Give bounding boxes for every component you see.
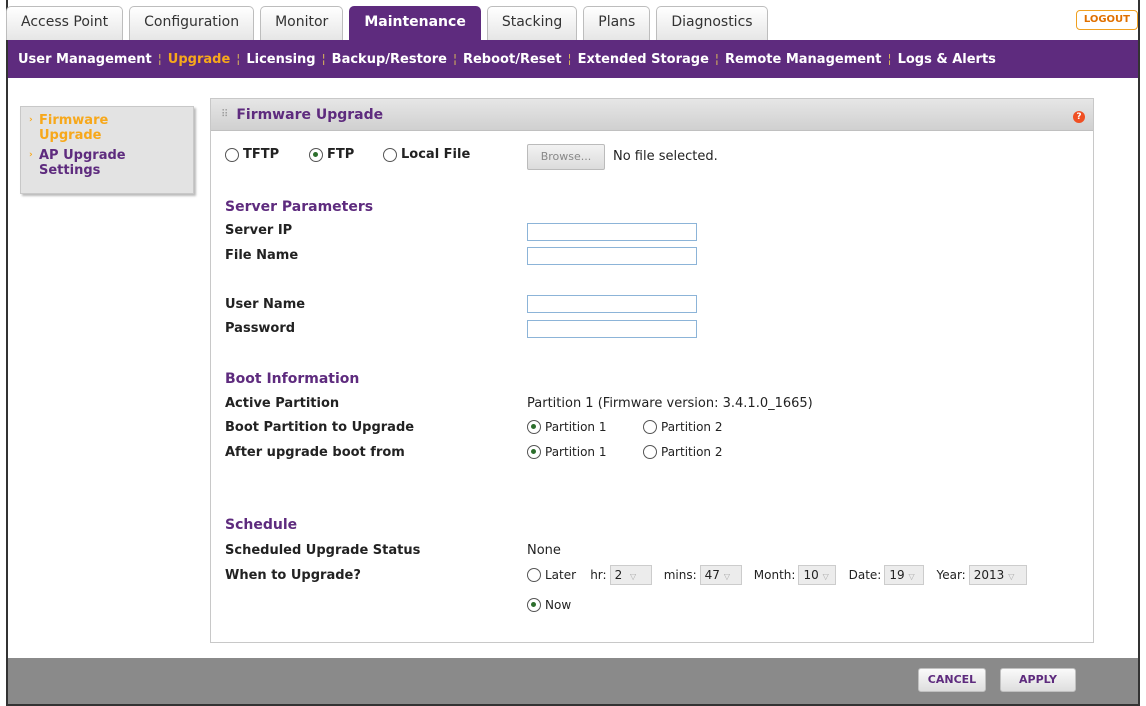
- hr-select[interactable]: 2 ▽: [609, 565, 652, 585]
- mins-label: mins:: [663, 568, 697, 582]
- ftp-label: FTP: [327, 147, 355, 162]
- date-value: 19: [889, 568, 905, 582]
- tab-access-point[interactable]: Access Point: [6, 6, 124, 40]
- subnav-upgrade[interactable]: Upgrade: [162, 52, 236, 67]
- firmware-upgrade-panel: ⠿ Firmware Upgrade ? TFTP FTP Local File…: [210, 98, 1094, 643]
- leftnav-ap-upgrade-settings[interactable]: › AP Upgrade Settings: [29, 148, 193, 178]
- subnav-licensing[interactable]: Licensing: [240, 52, 321, 67]
- partition-label: Partition 1: [545, 419, 607, 434]
- grip-icon: ⠿: [221, 109, 229, 120]
- mins-select[interactable]: 47 ▽: [699, 565, 742, 585]
- later-radio[interactable]: [527, 568, 541, 582]
- scheduled-status-label: Scheduled Upgrade Status: [225, 543, 421, 558]
- subnav-remote-management[interactable]: Remote Management: [719, 52, 888, 67]
- mins-value: 47: [704, 568, 720, 582]
- subnav-reboot-reset[interactable]: Reboot/Reset: [457, 52, 568, 67]
- cancel-button[interactable]: CANCEL: [918, 668, 986, 692]
- partition-label: Partition 1: [545, 444, 607, 459]
- when-to-upgrade-label: When to Upgrade?: [225, 568, 361, 583]
- chevron-right-icon: ›: [29, 115, 33, 125]
- later-label: Later: [545, 568, 577, 582]
- now-radio[interactable]: [527, 597, 541, 612]
- year-value: 2013: [973, 568, 1005, 582]
- boot-partition-1-option[interactable]: Partition 1: [527, 419, 606, 434]
- date-select[interactable]: 19 ▽: [884, 565, 925, 585]
- left-navigation: › Firmware Upgrade › AP Upgrade Settings: [20, 106, 194, 194]
- active-partition-value: Partition 1 (Firmware version: 3.4.1.0_1…: [527, 396, 813, 411]
- chevron-down-icon: ▽: [723, 572, 731, 581]
- subnav-logs-alerts[interactable]: Logs & Alerts: [892, 52, 1002, 67]
- panel-header: ⠿ Firmware Upgrade: [211, 99, 1093, 131]
- protocol-local-file[interactable]: Local File: [383, 147, 470, 162]
- browse-button[interactable]: Browse...: [527, 144, 605, 170]
- partition-label: Partition 2: [661, 419, 723, 434]
- local-file-label: Local File: [401, 147, 471, 162]
- chevron-right-icon: ›: [29, 150, 33, 160]
- tftp-radio[interactable]: [225, 147, 239, 162]
- protocol-ftp[interactable]: FTP: [309, 147, 354, 162]
- month-label: Month:: [753, 568, 796, 582]
- hr-label: hr:: [590, 568, 607, 582]
- protocol-tftp[interactable]: TFTP: [225, 147, 279, 162]
- after-upgrade-partition-1-radio[interactable]: [527, 444, 541, 459]
- boot-partition-1-radio[interactable]: [527, 419, 541, 434]
- user-name-label: User Name: [225, 297, 306, 312]
- main-tabs: Access Point Configuration Monitor Maint…: [6, 6, 774, 40]
- chevron-down-icon: ▽: [822, 572, 829, 581]
- chevron-down-icon: ▽: [908, 572, 915, 581]
- tab-diagnostics[interactable]: Diagnostics: [656, 6, 768, 40]
- file-status: No file selected.: [613, 149, 718, 164]
- password-label: Password: [225, 321, 296, 336]
- chevron-down-icon: ▽: [1008, 572, 1015, 581]
- after-upgrade-partition-2-radio[interactable]: [643, 444, 657, 459]
- apply-button[interactable]: APPLY: [1000, 668, 1076, 692]
- tab-monitor[interactable]: Monitor: [260, 6, 344, 40]
- leftnav-label: AP Upgrade Settings: [39, 148, 126, 178]
- year-select[interactable]: 2013 ▽: [968, 565, 1027, 585]
- after-upgrade-partition-2-option[interactable]: Partition 2: [643, 444, 722, 459]
- tab-stacking[interactable]: Stacking: [486, 6, 578, 40]
- logout-button[interactable]: LOGOUT: [1075, 10, 1138, 30]
- after-upgrade-label: After upgrade boot from: [225, 445, 405, 460]
- after-upgrade-partition-1-option[interactable]: Partition 1: [527, 444, 606, 459]
- schedule-later-row: Later hr: 2 ▽ mins: 47 ▽ Month: 10 ▽ Date: 19 ▽…: [527, 565, 1027, 585]
- partition-label: Partition 2: [661, 444, 723, 459]
- hr-value: 2: [614, 568, 623, 582]
- boot-partition-2-option[interactable]: Partition 2: [643, 419, 722, 434]
- file-name-label: File Name: [225, 248, 299, 263]
- password-input[interactable]: [527, 320, 697, 338]
- now-label: Now: [545, 597, 572, 612]
- panel-title: Firmware Upgrade: [236, 106, 384, 123]
- schedule-heading: Schedule: [225, 517, 298, 533]
- file-name-input[interactable]: [527, 247, 697, 265]
- leftnav-firmware-upgrade[interactable]: › Firmware Upgrade: [29, 113, 193, 143]
- help-icon[interactable]: ?: [1073, 111, 1085, 123]
- leftnav-label: Firmware Upgrade: [39, 113, 109, 143]
- boot-information-heading: Boot Information: [225, 371, 360, 387]
- server-ip-input[interactable]: [527, 223, 697, 241]
- server-parameters-heading: Server Parameters: [225, 199, 374, 215]
- subnav-user-management[interactable]: User Management: [12, 52, 158, 67]
- tab-configuration[interactable]: Configuration: [129, 6, 255, 40]
- sub-navigation: User Management ¦ Upgrade ¦ Licensing ¦ Bac…: [8, 40, 1138, 78]
- tab-plans[interactable]: Plans: [583, 6, 651, 40]
- ftp-radio[interactable]: [309, 147, 323, 162]
- chevron-down-icon: ▽: [629, 572, 637, 581]
- active-partition-label: Active Partition: [225, 396, 340, 411]
- date-label: Date:: [848, 568, 882, 582]
- tftp-label: TFTP: [243, 147, 280, 162]
- local-file-radio[interactable]: [383, 147, 397, 162]
- boot-partition-label: Boot Partition to Upgrade: [225, 420, 415, 435]
- scheduled-status-value: None: [527, 543, 561, 558]
- month-select[interactable]: 10 ▽: [798, 565, 837, 585]
- subnav-extended-storage[interactable]: Extended Storage: [572, 52, 715, 67]
- boot-partition-2-radio[interactable]: [643, 419, 657, 434]
- user-name-input[interactable]: [527, 295, 697, 313]
- subnav-backup-restore[interactable]: Backup/Restore: [326, 52, 453, 67]
- server-ip-label: Server IP: [225, 223, 293, 238]
- tab-maintenance[interactable]: Maintenance: [349, 6, 481, 40]
- schedule-now-option[interactable]: Now: [527, 597, 571, 612]
- year-label: Year:: [936, 568, 966, 582]
- month-value: 10: [803, 568, 819, 582]
